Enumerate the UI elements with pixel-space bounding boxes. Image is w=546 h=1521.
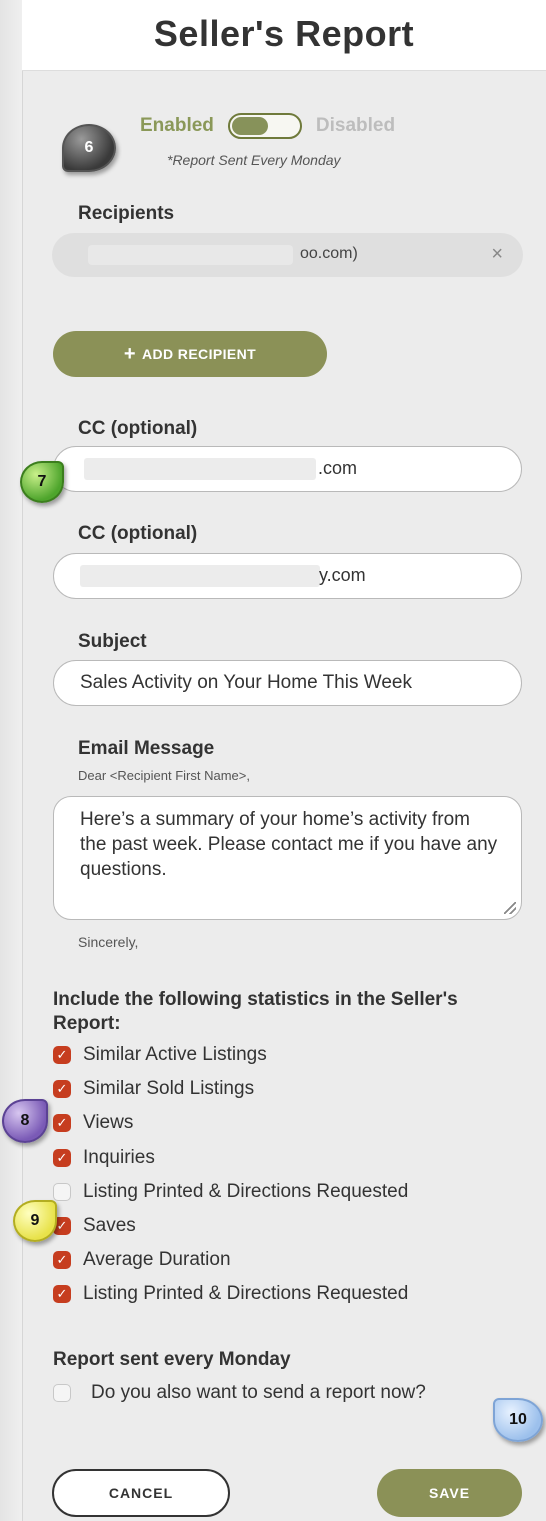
report-heading: Report sent every Monday: [53, 1349, 291, 1370]
schedule-note: *Report Sent Every Monday: [167, 152, 341, 168]
stat-option-label: Saves: [83, 1215, 136, 1236]
callout-9: 9: [13, 1200, 57, 1242]
stat-option-label: Similar Sold Listings: [83, 1078, 255, 1099]
remove-recipient-icon[interactable]: ×: [491, 243, 503, 266]
page-title: Seller's Report: [153, 13, 415, 54]
stat-option[interactable]: ✓ Listing Printed & Directions Requested: [53, 1279, 408, 1309]
callout-6: 6: [62, 124, 116, 172]
callout-7: 7: [20, 461, 64, 503]
stat-option[interactable]: ✓ Views: [53, 1108, 133, 1138]
redacted-email: [80, 565, 320, 587]
callout-10: 10: [493, 1398, 543, 1442]
stat-option[interactable]: ✓ Average Duration: [53, 1245, 231, 1275]
email-message-textarea[interactable]: Here’s a summary of your home’s activity…: [53, 796, 522, 920]
callout-8: 8: [2, 1099, 48, 1143]
stat-option-label: Average Duration: [83, 1249, 231, 1270]
recipient-chip-text: oo.com): [300, 245, 358, 262]
stat-option[interactable]: ✓ Similar Active Listings: [53, 1040, 267, 1070]
recipients-label: Recipients: [78, 203, 175, 224]
checkbox-checked-icon[interactable]: ✓: [53, 1046, 71, 1064]
switch-knob: [231, 117, 268, 135]
disabled-label: Disabled: [315, 115, 396, 136]
cc1-value: .com: [318, 458, 358, 478]
resize-grip-icon[interactable]: [504, 902, 516, 914]
checkbox-unchecked-icon[interactable]: [53, 1183, 71, 1201]
stat-option-label: Listing Printed & Directions Requested: [83, 1181, 409, 1202]
greeting-text: Dear <Recipient First Name>,: [78, 768, 250, 783]
cc2-value: y.com: [319, 565, 366, 585]
cc2-input[interactable]: y.com: [53, 553, 522, 599]
cc1-input[interactable]: .com: [53, 446, 522, 492]
stat-option[interactable]: ✓ Similar Sold Listings: [53, 1074, 254, 1104]
save-button[interactable]: SAVE: [377, 1469, 522, 1517]
report-toggle: Enabled Disabled: [140, 112, 395, 140]
subject-input[interactable]: Sales Activity on Your Home This Week: [53, 660, 522, 706]
enable-switch[interactable]: [227, 113, 302, 139]
enabled-label: Enabled: [140, 115, 214, 136]
stat-option[interactable]: ✓ Saves: [53, 1211, 136, 1241]
stat-option[interactable]: ✓ Inquiries: [53, 1143, 155, 1173]
email-message-label: Email Message: [78, 738, 215, 759]
header: Seller's Report: [22, 0, 546, 71]
closing-text: Sincerely,: [78, 934, 139, 950]
add-recipient-label: ADD RECIPIENT: [141, 346, 257, 362]
statistics-heading: Include the following statistics in the …: [53, 989, 458, 1034]
stat-option-label: Inquiries: [83, 1147, 155, 1168]
recipient-chip: oo.com) ×: [52, 233, 523, 277]
redacted-email: [88, 245, 293, 265]
message-body: Here’s a summary of your home’s activity…: [80, 809, 498, 880]
checkbox-checked-icon[interactable]: ✓: [53, 1149, 71, 1167]
cc1-label: CC (optional): [78, 418, 198, 439]
left-border: [0, 0, 23, 1521]
cancel-button[interactable]: CANCEL: [52, 1469, 230, 1517]
redacted-email: [84, 458, 316, 480]
send-now-checkbox[interactable]: [53, 1384, 71, 1402]
checkbox-checked-icon[interactable]: ✓: [53, 1251, 71, 1269]
plus-icon: +: [123, 342, 136, 365]
checkbox-checked-icon[interactable]: ✓: [53, 1285, 71, 1303]
send-now-label: Do you also want to send a report now?: [91, 1382, 426, 1403]
stat-option-label: Similar Active Listings: [83, 1044, 267, 1065]
stat-option[interactable]: Listing Printed & Directions Requested: [53, 1177, 408, 1207]
checkbox-checked-icon[interactable]: ✓: [53, 1080, 71, 1098]
stat-option-label: Listing Printed & Directions Requested: [83, 1283, 409, 1304]
checkbox-checked-icon[interactable]: ✓: [53, 1114, 71, 1132]
stat-option-label: Views: [83, 1112, 134, 1133]
cc2-label: CC (optional): [78, 523, 198, 544]
add-recipient-button[interactable]: + ADD RECIPIENT: [53, 331, 327, 377]
subject-label: Subject: [78, 631, 147, 652]
